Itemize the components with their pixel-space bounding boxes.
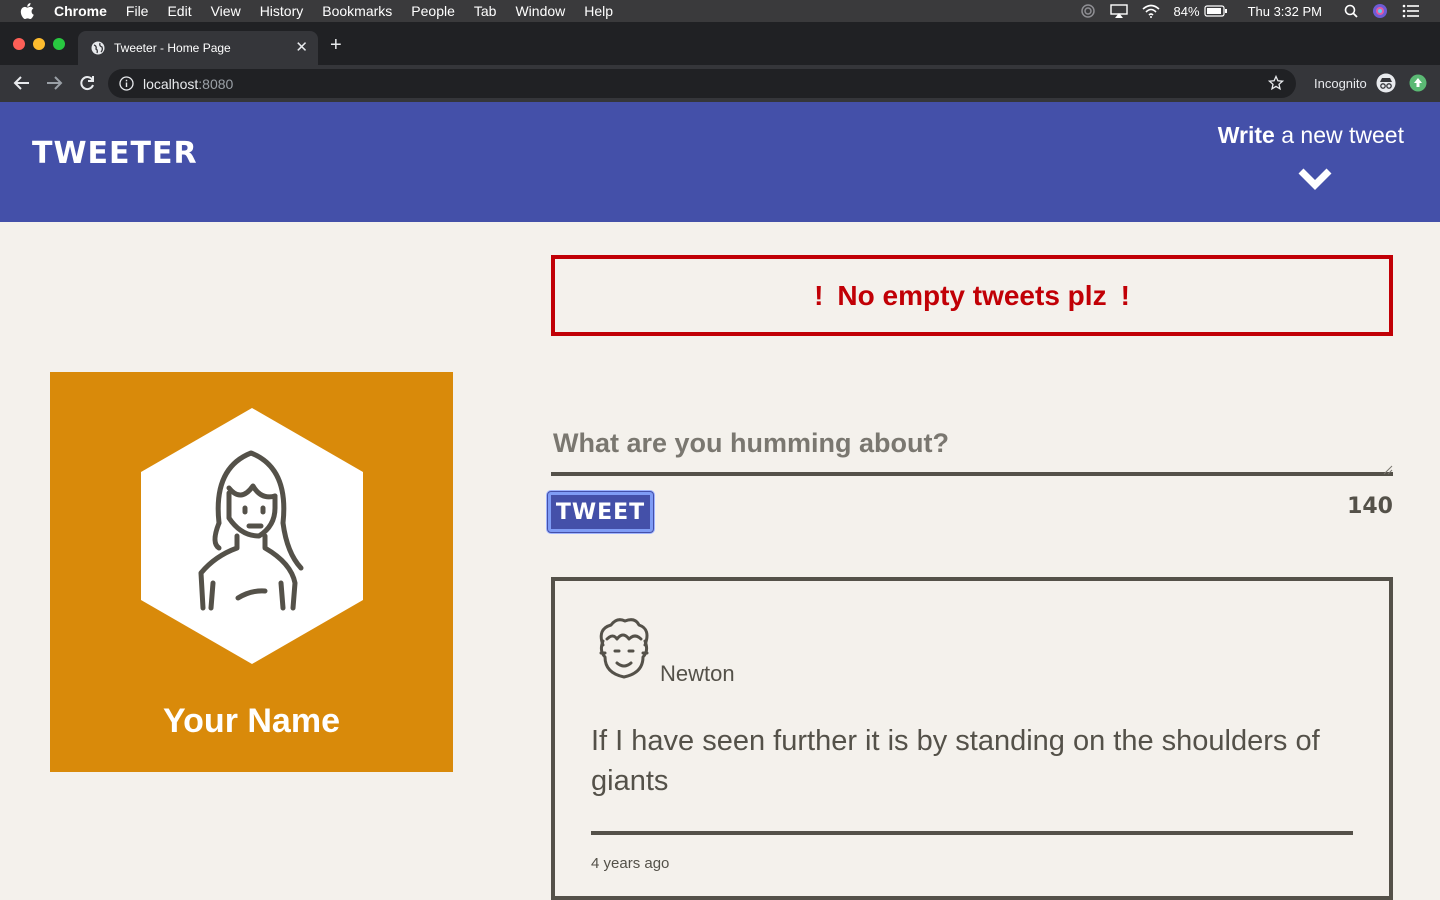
character-counter: 140 — [1347, 494, 1393, 519]
address-bar[interactable]: localhost:8080 — [108, 69, 1296, 98]
wifi-icon[interactable] — [1142, 4, 1160, 18]
url-host: localhost — [143, 75, 199, 92]
airplay-icon[interactable] — [1109, 4, 1128, 18]
tweet-submit-button[interactable]: TWEET — [547, 491, 654, 533]
tweet-content: If I have seen further it is by standing… — [591, 725, 1320, 797]
menu-window[interactable]: Window — [515, 3, 565, 19]
forward-arrow-icon[interactable] — [45, 74, 63, 92]
compose-toggle-bold: Write — [1217, 122, 1275, 148]
profile-avatar-icon — [141, 408, 363, 664]
window-zoom-button[interactable] — [53, 38, 65, 50]
menu-help[interactable]: Help — [584, 3, 613, 19]
tweet-divider — [591, 831, 1353, 835]
browser-toolbar: localhost:8080 Incognito — [0, 65, 1440, 102]
menu-app-name[interactable]: Chrome — [54, 3, 107, 19]
macos-menubar: Chrome File Edit View History Bookmarks … — [0, 0, 1440, 22]
menu-people[interactable]: People — [411, 3, 455, 19]
notification-center-icon[interactable] — [1402, 4, 1420, 18]
incognito-icon[interactable] — [1376, 73, 1396, 98]
error-message-box: ! No empty tweets plz ! — [551, 255, 1393, 336]
menu-file[interactable]: File — [126, 3, 149, 19]
resize-grip-icon[interactable] — [1383, 462, 1393, 480]
menubar-status-area: 84% Thu 3:32 PM — [1080, 0, 1440, 22]
menu-edit[interactable]: Edit — [167, 3, 191, 19]
back-arrow-icon[interactable] — [13, 74, 31, 92]
sync-icon[interactable] — [1080, 3, 1096, 19]
app-logo[interactable]: TWEETER — [32, 136, 198, 171]
reload-icon[interactable] — [78, 74, 96, 92]
window-minimize-button[interactable] — [33, 38, 45, 50]
menubar-clock[interactable]: Thu 3:32 PM — [1248, 4, 1322, 19]
new-tab-button[interactable]: + — [330, 35, 342, 55]
tweet-author: Newton — [660, 661, 735, 686]
menu-tab[interactable]: Tab — [474, 3, 497, 19]
globe-icon — [91, 41, 105, 55]
site-info-icon[interactable] — [119, 76, 134, 91]
spotlight-icon[interactable] — [1344, 4, 1358, 18]
incognito-label[interactable]: Incognito — [1314, 76, 1367, 91]
url-port: :8080 — [198, 75, 234, 92]
app-navbar: TWEETER Write a new tweet — [0, 102, 1440, 222]
tweet-card: Newton If I have seen further it is by s… — [551, 577, 1393, 900]
tab-close-icon[interactable]: ✕ — [295, 40, 308, 55]
extension-update-icon[interactable] — [1409, 74, 1427, 97]
apple-menu-icon[interactable] — [20, 3, 36, 19]
profile-name: Your Name — [163, 702, 340, 740]
bookmark-star-icon[interactable] — [1268, 75, 1284, 91]
chevron-down-icon[interactable] — [1298, 166, 1332, 195]
battery-icon[interactable] — [1203, 5, 1228, 17]
window-close-button[interactable] — [13, 38, 25, 50]
compose-toggle[interactable]: Write a new tweet — [1217, 122, 1404, 190]
browser-tab-active[interactable]: Tweeter - Home Page ✕ — [78, 31, 318, 65]
error-message: No empty tweets plz — [837, 279, 1107, 311]
tweet-compose-input[interactable] — [551, 420, 1393, 476]
compose-toggle-text: a new tweet — [1274, 122, 1404, 148]
user-avatar-icon — [599, 618, 649, 679]
profile-card: Your Name — [50, 372, 453, 772]
menu-bookmarks[interactable]: Bookmarks — [322, 3, 392, 19]
menu-history[interactable]: History — [260, 3, 304, 19]
error-bang-left: ! — [814, 279, 824, 311]
siri-icon[interactable] — [1372, 3, 1388, 19]
tweet-timestamp: 4 years ago — [591, 855, 670, 872]
tab-title: Tweeter - Home Page — [114, 41, 231, 55]
menu-view[interactable]: View — [211, 3, 241, 19]
error-bang-right: ! — [1120, 279, 1130, 311]
browser-tab-strip: Tweeter - Home Page ✕ + — [0, 22, 1440, 65]
battery-percent: 84% — [1173, 3, 1200, 19]
